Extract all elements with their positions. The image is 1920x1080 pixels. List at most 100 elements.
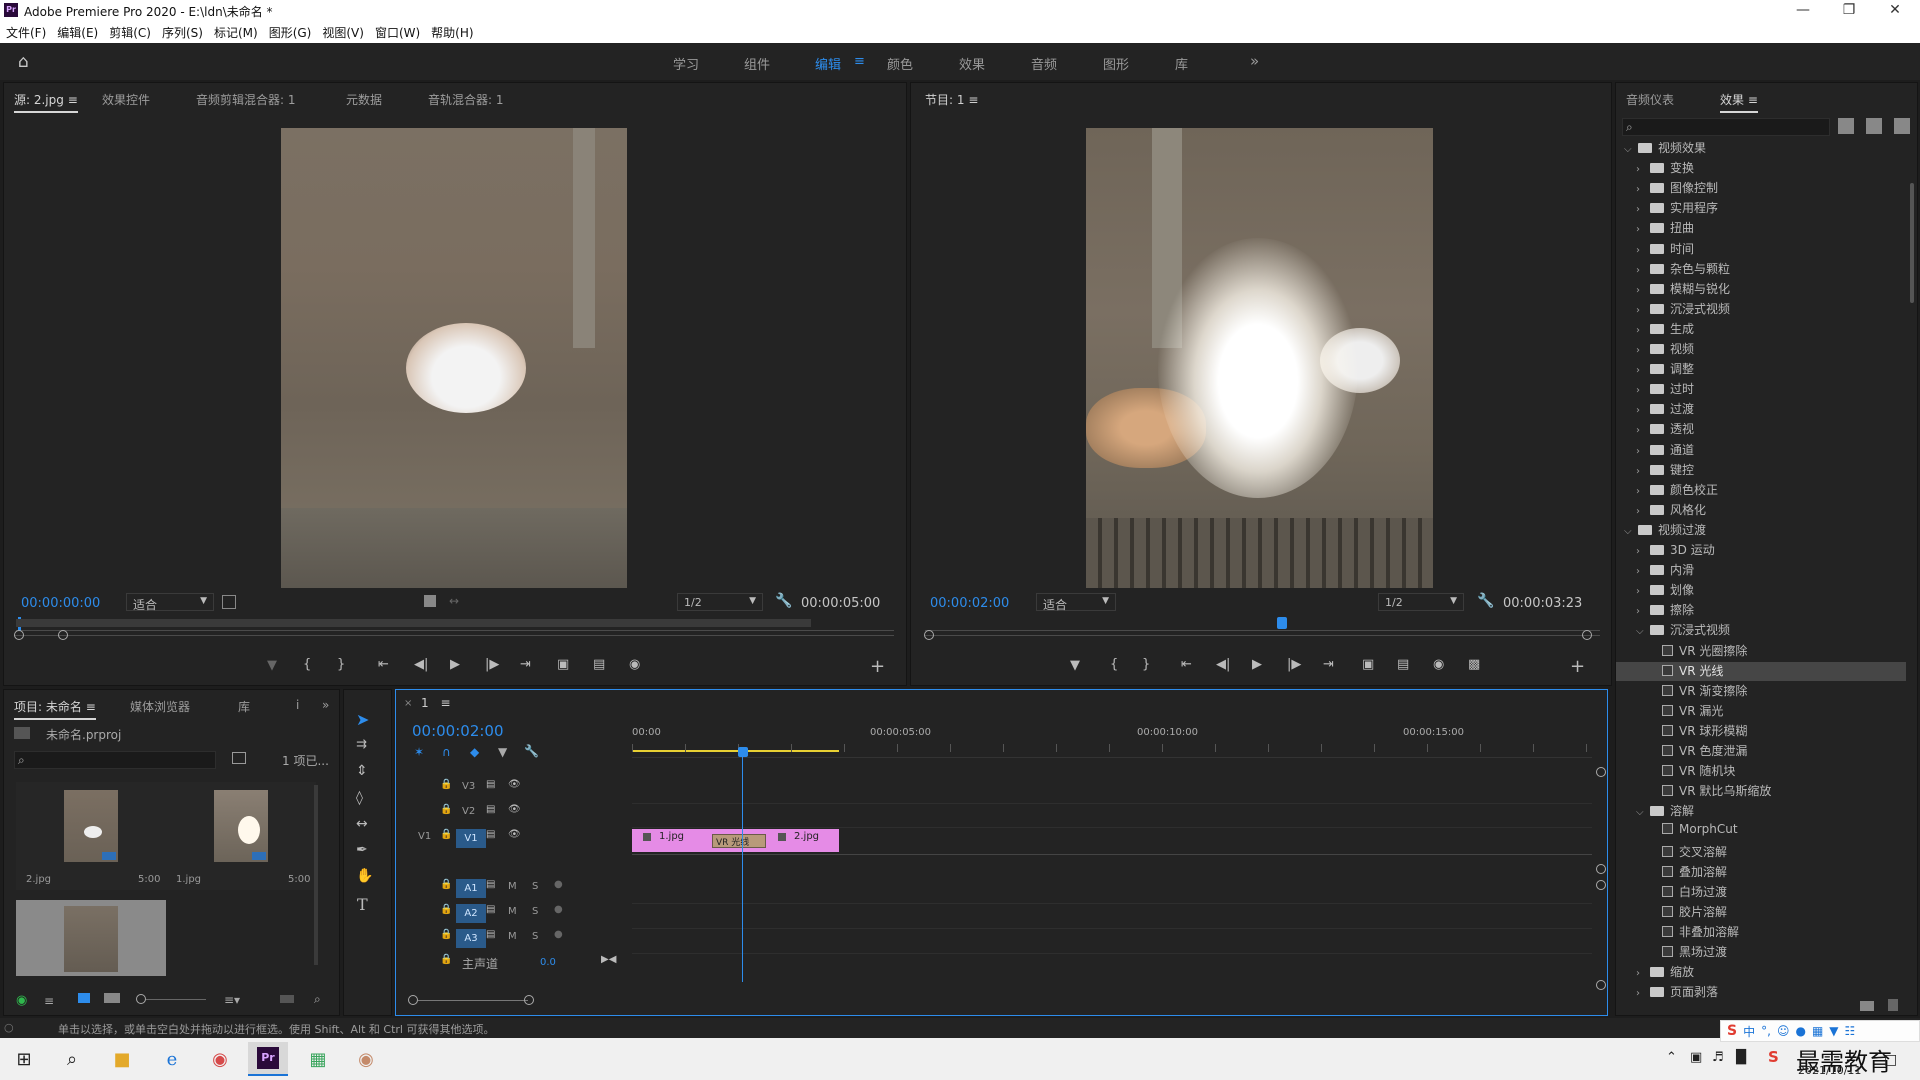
tab-sequence-1[interactable]: 1 ≡ (421, 696, 451, 710)
vertical-scroll-handle[interactable] (1596, 864, 1606, 874)
chevron-right-icon[interactable]: › (1636, 466, 1650, 477)
workspace-libraries[interactable]: 库 (1175, 54, 1188, 73)
eye-icon[interactable]: 👁 (508, 804, 521, 824)
effects-scrollbar[interactable] (1910, 183, 1914, 303)
workspace-color[interactable]: 颜色 (887, 54, 913, 73)
effect-folder[interactable]: › 过渡 (1616, 400, 1906, 419)
effect-folder[interactable]: › 页面剥落 (1616, 983, 1906, 1002)
mark-in-icon[interactable]: { (1110, 657, 1118, 672)
effect-folder[interactable]: › 过时 (1616, 380, 1906, 399)
vertical-scroll-handle[interactable] (1596, 980, 1606, 990)
source-timecode[interactable]: 00:00:00:00 (21, 596, 100, 611)
razor-tool-icon[interactable]: ◊ (356, 790, 363, 806)
lock-icon[interactable]: 🔒 (440, 829, 452, 849)
effect-folder[interactable]: › 时间 (1616, 240, 1906, 259)
voice-over-mic-icon[interactable]: ● (554, 879, 563, 899)
effect-item[interactable]: 白场过渡 (1616, 883, 1906, 902)
source-zoom-bar[interactable] (14, 635, 894, 636)
chevron-right-icon[interactable]: › (1636, 385, 1650, 396)
effect-folder[interactable]: ⌵ 视频过渡 (1616, 521, 1906, 540)
file-explorer-icon[interactable]: ■ (102, 1042, 142, 1076)
snap-icon[interactable]: ∩ (442, 745, 451, 759)
pen-tool-icon[interactable]: ✒ (356, 842, 368, 858)
effect-item[interactable]: 胶片溶解 (1616, 903, 1906, 922)
effect-folder[interactable]: › 缩放 (1616, 963, 1906, 982)
chevron-right-icon[interactable]: › (1636, 566, 1650, 577)
mute-button[interactable]: M (508, 931, 517, 951)
linked-selection-icon[interactable]: ◆ (470, 745, 479, 759)
source-insert-icon[interactable] (222, 595, 236, 609)
effect-folder[interactable]: › 擦除 (1616, 601, 1906, 620)
effect-folder[interactable]: › 划像 (1616, 581, 1906, 600)
effect-folder[interactable]: › 变换 (1616, 159, 1906, 178)
sort-icon[interactable]: ≡▾ (224, 993, 240, 1007)
ime-emoji-icon[interactable]: ☺ (1777, 1024, 1790, 1038)
sync-lock-icon[interactable]: ▤ (486, 804, 495, 824)
vertical-scroll-handle[interactable] (1596, 767, 1606, 777)
zoom-slider-handle[interactable] (136, 994, 146, 1004)
program-settings-wrench-icon[interactable]: 🔧 (1477, 593, 1494, 609)
timeline-zoom-bar[interactable] (418, 1000, 528, 1001)
comparison-view-icon[interactable]: ▩ (1468, 657, 1480, 672)
ime-punctuation-icon[interactable]: °, (1761, 1024, 1771, 1038)
program-zoom-handle-right[interactable] (1582, 630, 1592, 640)
solo-button[interactable]: S (532, 931, 538, 951)
sync-lock-icon[interactable]: ▤ (486, 829, 495, 849)
icon-view-icon[interactable] (78, 993, 90, 1003)
effect-folder[interactable]: › 风格化 (1616, 501, 1906, 520)
chevron-right-icon[interactable]: › (1636, 586, 1650, 597)
sync-lock-icon[interactable]: ▤ (486, 779, 495, 799)
notification-icon[interactable]: □ (1884, 1052, 1897, 1068)
workspace-learn[interactable]: 学习 (673, 54, 699, 73)
windows-start-icon[interactable]: ⊞ (4, 1042, 44, 1076)
tab-program[interactable]: 节目: 1 ≡ (925, 91, 978, 108)
effect-item[interactable]: VR 球形模糊 (1616, 722, 1906, 741)
program-resolution-dropdown[interactable]: 1/2 ▼ (1378, 593, 1464, 611)
menu-clip[interactable]: 剪辑(C) (103, 22, 156, 41)
export-frame-icon[interactable]: ◉ (629, 657, 640, 672)
ime-indicator-icon[interactable]: █ (1736, 1050, 1746, 1065)
maximize-button[interactable]: ❐ (1826, 0, 1872, 22)
chevron-right-icon[interactable]: › (1636, 606, 1650, 617)
step-back-icon[interactable]: ◀| (414, 657, 428, 672)
timeline-playhead-handle[interactable] (738, 747, 748, 757)
voice-over-mic-icon[interactable]: ● (554, 929, 563, 949)
more-panels-icon[interactable]: » (322, 698, 329, 712)
vertical-scroll-handle[interactable] (1596, 880, 1606, 890)
project-item-2jpg[interactable]: 2.jpg 5:00 (16, 782, 166, 890)
chevron-right-icon[interactable]: › (1636, 184, 1650, 195)
timeline-settings-wrench-icon[interactable]: 🔧 (524, 744, 539, 758)
effect-folder[interactable]: › 透视 (1616, 420, 1906, 439)
effect-folder[interactable]: › 图像控制 (1616, 179, 1906, 198)
32bit-effects-icon[interactable] (1866, 118, 1882, 134)
eye-icon[interactable]: 👁 (508, 779, 521, 799)
effect-folder[interactable]: › 扭曲 (1616, 219, 1906, 238)
workspace-audio[interactable]: 音频 (1031, 54, 1057, 73)
timeline-timecode[interactable]: 00:00:02:00 (412, 722, 504, 740)
button-editor-plus-icon[interactable]: + (870, 656, 885, 677)
panel-menu-icon[interactable]: ≡ (86, 700, 96, 714)
effect-folder[interactable]: ⌵ 沉浸式视频 (1616, 621, 1906, 640)
photos-icon[interactable]: ◉ (346, 1042, 386, 1076)
menu-window[interactable]: 窗口(W) (369, 22, 425, 41)
chevron-down-icon[interactable]: ⌵ (1636, 807, 1650, 818)
workspace-menu-icon[interactable]: ≡ (854, 54, 865, 69)
chevron-right-icon[interactable]: › (1636, 365, 1650, 376)
mark-out-icon[interactable]: } (337, 657, 345, 672)
menu-marker[interactable]: 标记(M) (208, 22, 263, 41)
program-zoom-handle-left[interactable] (924, 630, 934, 640)
effect-item[interactable]: VR 光线 (1616, 661, 1906, 681)
effect-folder[interactable]: ⌵ 视频效果 (1616, 139, 1906, 158)
project-item-sequence[interactable] (16, 900, 166, 976)
source-time-ruler[interactable] (16, 617, 894, 631)
step-back-icon[interactable]: ◀| (1216, 657, 1230, 672)
track-select-tool-icon[interactable]: ⇉ (356, 737, 367, 752)
menu-graphics[interactable]: 图形(G) (263, 22, 317, 41)
master-volume-value[interactable]: 0.0 (540, 957, 556, 977)
tab-effect-controls[interactable]: 效果控件 (102, 91, 150, 108)
source-resolution-dropdown[interactable]: 1/2 ▼ (677, 593, 763, 611)
program-zoom-bar[interactable] (925, 635, 1600, 636)
effect-item[interactable]: VR 漏光 (1616, 702, 1906, 721)
search-icon[interactable]: ⌕ (52, 1042, 92, 1076)
project-item-1jpg[interactable]: 1.jpg 5:00 (166, 782, 316, 890)
